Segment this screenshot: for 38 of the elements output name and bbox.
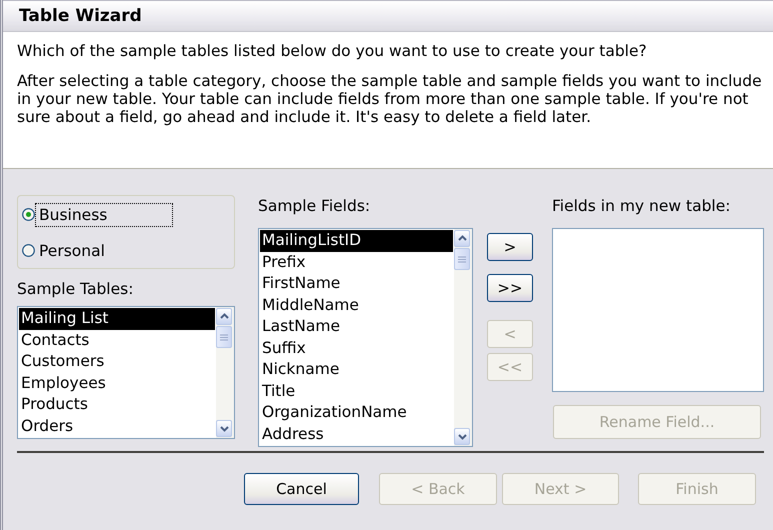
scroll-up-button[interactable] [454, 230, 470, 247]
list-item[interactable]: Prefix [260, 252, 453, 273]
list-item[interactable]: OrganizationName [260, 402, 453, 424]
move-button[interactable]: >> [487, 274, 533, 302]
list-label: Sample Tables: [17, 281, 134, 298]
list-label: Fields in my new table: [552, 198, 732, 215]
list-item[interactable]: Contacts [19, 330, 215, 351]
dialog-button[interactable]: Cancel [244, 473, 359, 505]
list-item[interactable]: Suffix [260, 338, 453, 359]
scrollbar-thumb[interactable] [216, 326, 232, 348]
list-item[interactable]: Mailing List [19, 308, 215, 330]
scrollbar-thumb[interactable] [454, 248, 470, 270]
radio-label[interactable]: Business [35, 202, 173, 226]
list-item[interactable]: LastName [260, 316, 453, 338]
list-item[interactable]: Address [260, 424, 453, 445]
question-text: Which of the sample tables listed below do you want to use to create your table? [17, 42, 648, 60]
list-label: Sample Fields: [258, 198, 372, 215]
list-item[interactable]: Products [19, 394, 215, 416]
move-button[interactable]: > [487, 233, 533, 261]
sample-tables-list[interactable]: Mailing List Contacts Customers Employees Products Orders [17, 306, 235, 439]
list-item[interactable]: Title [260, 380, 453, 402]
radio-button[interactable] [22, 208, 35, 221]
list-item[interactable]: Employees [19, 372, 215, 394]
list-item[interactable]: FirstName [260, 273, 453, 294]
window-title: Table Wizard [19, 6, 142, 26]
list-item[interactable]: Nickname [260, 359, 453, 380]
sample-fields-list[interactable]: MailingListID Prefix FirstName MiddleName LastName Suffix Nickname Title OrganizationName Address [258, 228, 473, 447]
scroll-down-button[interactable] [454, 428, 470, 445]
instructions-text: After selecting a table category, choose the sample table and sample fields you want to include in your new table. Your table can include fields from more than one sample table. If you're not sure about a field, go ahead and include it. It's easy to delete a field later. [17, 72, 762, 126]
list-item[interactable]: Customers [19, 351, 215, 372]
radio-button[interactable] [22, 244, 35, 257]
radio-label[interactable]: Personal [35, 238, 109, 262]
list-item[interactable]: MailingListID [260, 230, 453, 252]
list-item[interactable]: Orders [19, 416, 215, 437]
new-fields-list[interactable] [552, 228, 764, 392]
scroll-up-button[interactable] [216, 308, 232, 325]
scroll-down-button[interactable] [216, 420, 232, 437]
list-item[interactable]: MiddleName [260, 294, 453, 316]
